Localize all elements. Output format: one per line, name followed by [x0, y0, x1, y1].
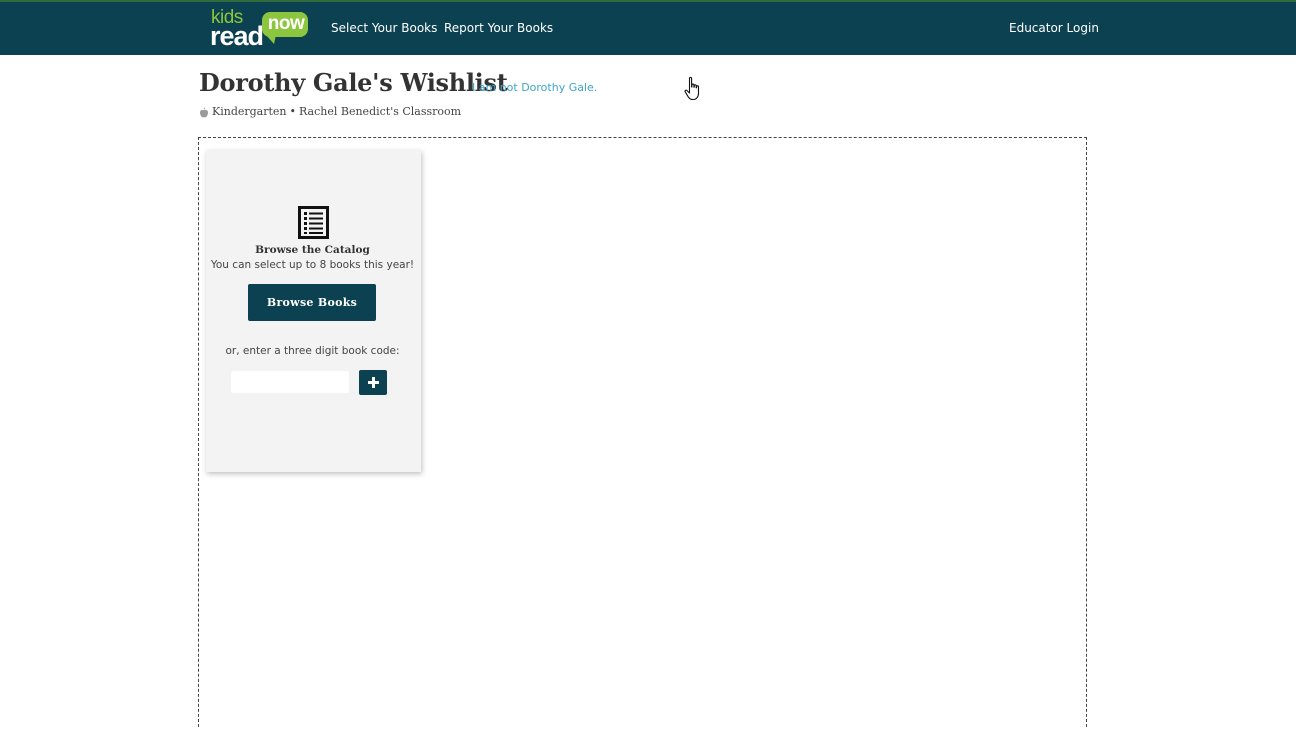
- browse-catalog-heading: Browse the Catalog: [255, 244, 370, 256]
- wishlist-title: Dorothy Gale's Wishlist: [199, 68, 508, 97]
- top-navbar: kids read now Select Your Books Report Y…: [0, 0, 1296, 55]
- selection-limit-text: You can select up to 8 books this year!: [210, 259, 415, 271]
- nav-select-your-books[interactable]: Select Your Books: [331, 21, 437, 35]
- logo-read-text: read: [210, 21, 264, 51]
- grade-label: Kindergarten: [212, 105, 287, 118]
- book-code-prompt: or, enter a three digit book code:: [225, 345, 400, 357]
- not-me-link[interactable]: I am not Dorothy Gale.: [472, 81, 597, 94]
- kidsreadnow-logo[interactable]: kids read now: [210, 8, 310, 50]
- hand-pointer-icon: [684, 76, 700, 101]
- book-code-input[interactable]: [231, 371, 349, 393]
- classroom-label: Rachel Benedict's Classroom: [299, 105, 462, 118]
- nav-educator-login[interactable]: Educator Login: [1009, 21, 1099, 35]
- nav-report-your-books[interactable]: Report Your Books: [444, 21, 553, 35]
- add-book-code-button[interactable]: [359, 370, 387, 395]
- apple-icon: [200, 106, 208, 117]
- student-info: Kindergarten • Rachel Benedict's Classro…: [199, 104, 461, 120]
- list-document-icon: [298, 206, 329, 239]
- logo-now-text: now: [267, 13, 305, 34]
- info-separator: •: [289, 105, 297, 118]
- browse-books-button[interactable]: Browse Books: [248, 284, 376, 321]
- plus-icon: [367, 377, 379, 388]
